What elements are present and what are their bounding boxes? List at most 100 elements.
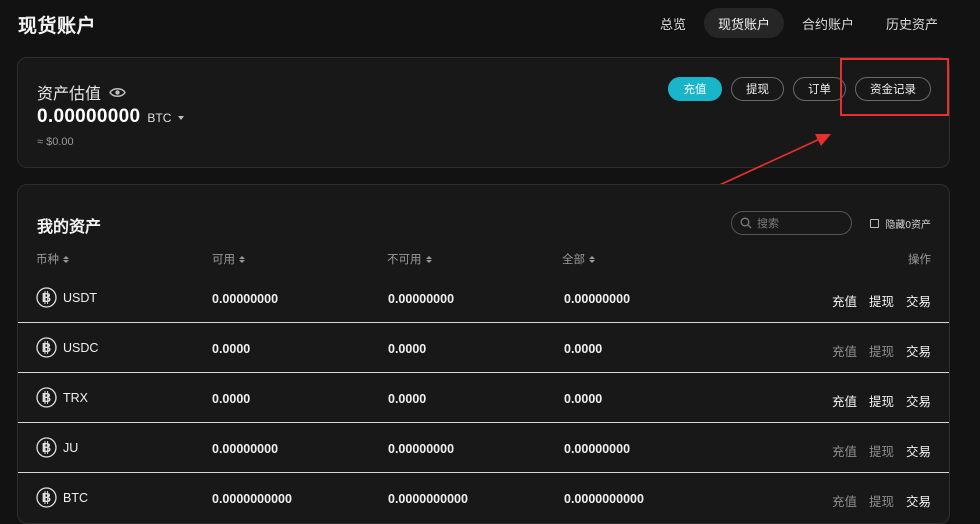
- available-cell: 0.0000000000: [212, 492, 292, 506]
- row-actions: 充值 提现 交易: [832, 491, 931, 510]
- col-header-unavailable[interactable]: 不可用: [387, 251, 432, 267]
- table-row: B USDT 0.00000000 0.00000000 0.00000000 充值 提现交…: [18, 273, 949, 323]
- currency-label: BTC: [147, 111, 172, 125]
- coin-cell: B USDT: [36, 287, 97, 308]
- sort-icon: [589, 255, 595, 263]
- col-header-available[interactable]: 可用: [212, 251, 245, 267]
- row-actions: 充值 提现 交易: [832, 341, 931, 360]
- search-input[interactable]: 搜索: [731, 211, 852, 235]
- unavailable-cell: 0.00000000: [388, 442, 455, 456]
- col-header-total[interactable]: 全部: [562, 251, 595, 267]
- row-trade-link[interactable]: 交易: [906, 441, 931, 460]
- unavailable-cell: 0.00000000: [388, 292, 455, 306]
- table-row: B TRX 0.0000 0.0000 0.0000 充值 提现 交易: [18, 373, 949, 423]
- total-cell: 0.0000000000: [564, 492, 644, 506]
- asset-fiat-value: ≈ $0.00: [37, 136, 74, 148]
- row-trade-link[interactable]: 交易: [906, 341, 931, 360]
- currency-selector[interactable]: BTC: [147, 111, 185, 125]
- svg-text:B: B: [42, 390, 51, 405]
- withdraw-button[interactable]: 提现: [731, 77, 784, 101]
- row-withdraw-link[interactable]: 提现: [869, 291, 894, 310]
- coin-name: USDC: [63, 340, 99, 355]
- bitcoin-icon: B: [36, 487, 57, 508]
- row-deposit-link[interactable]: 充值: [832, 491, 857, 510]
- col-header-actions: 操作: [908, 251, 931, 267]
- sort-icon: [425, 255, 432, 263]
- deposit-button[interactable]: 充值: [668, 77, 722, 101]
- col-header-total-label: 全部: [562, 254, 585, 266]
- col-header-unavailable-label: 不可用: [387, 254, 422, 266]
- hide-zero-checkbox[interactable]: [870, 219, 880, 228]
- assets-table-header: 币种 可用 不可用 全部 操作: [18, 251, 949, 267]
- bitcoin-icon: B: [36, 287, 57, 308]
- col-header-available-label: 可用: [212, 254, 235, 266]
- coin-name: USDT: [63, 290, 98, 305]
- page-title: 现货账户: [18, 16, 97, 37]
- col-header-coin[interactable]: 币种: [36, 251, 69, 267]
- row-deposit-link[interactable]: 充值: [832, 441, 857, 460]
- available-cell: 0.0000: [212, 342, 251, 356]
- bitcoin-icon: B: [36, 437, 57, 458]
- svg-text:B: B: [42, 440, 51, 455]
- row-withdraw-link[interactable]: 提现: [869, 341, 894, 360]
- unavailable-cell: 0.0000: [388, 342, 427, 356]
- row-deposit-link[interactable]: 充值: [832, 291, 857, 310]
- row-actions: 充值 提现 交易: [832, 291, 931, 310]
- asset-summary-card: 资产估值 0.00000000 BTC ≈ $0.00 充值 提现 订单 资金记…: [17, 57, 950, 168]
- search-placeholder: 搜索: [757, 218, 779, 230]
- bitcoin-icon: B: [36, 337, 57, 358]
- tab-history-assets[interactable]: 历史资产: [872, 8, 952, 38]
- row-withdraw-link[interactable]: 提现: [869, 391, 894, 410]
- asset-estimate-value: 0.00000000: [37, 106, 141, 127]
- row-trade-link[interactable]: 交易: [906, 291, 931, 310]
- svg-text:B: B: [42, 290, 51, 305]
- coin-name: JU: [63, 440, 79, 455]
- unavailable-cell: 0.0000: [388, 392, 427, 406]
- row-actions: 充值 提现 交易: [832, 441, 931, 460]
- tab-futures-account[interactable]: 合约账户: [788, 8, 868, 38]
- table-row: B BTC 0.0000000000 0.0000000000 0.0000000000…: [18, 473, 949, 523]
- available-cell: 0.00000000: [212, 442, 279, 456]
- col-header-actions-label: 操作: [908, 254, 931, 266]
- assets-table-body: B USDT 0.00000000 0.00000000 0.00000000 充值 提现交…: [18, 273, 949, 523]
- table-row: B USDC 0.0000 0.0000 0.0000 充值 提现 交易: [18, 323, 949, 373]
- coin-cell: B USDC: [36, 337, 98, 358]
- svg-text:B: B: [42, 340, 51, 355]
- row-actions: 充值 提现 交易: [832, 391, 931, 410]
- unavailable-cell: 0.0000000000: [388, 492, 468, 506]
- row-trade-link[interactable]: 交易: [906, 491, 931, 510]
- coin-cell: B JU: [36, 437, 78, 458]
- asset-estimate-label: 资产估值: [37, 86, 102, 103]
- asset-estimate-heading: 资产估值: [37, 80, 126, 104]
- sort-icon: [239, 255, 245, 263]
- orders-button[interactable]: 订单: [793, 77, 846, 101]
- available-cell: 0.0000: [212, 392, 251, 406]
- hide-zero-toggle[interactable]: 隐藏0资产: [870, 216, 931, 231]
- chevron-down-icon: [178, 116, 185, 120]
- row-deposit-link[interactable]: 充值: [832, 341, 857, 360]
- row-trade-link[interactable]: 交易: [906, 391, 931, 410]
- coin-name: BTC: [63, 490, 88, 505]
- annotation-highlight-box: [840, 58, 949, 116]
- row-withdraw-link[interactable]: 提现: [869, 491, 894, 510]
- hide-zero-label: 隐藏0资产: [885, 220, 931, 231]
- my-assets-title: 我的资产: [37, 219, 102, 236]
- eye-icon[interactable]: [109, 87, 126, 98]
- available-cell: 0.00000000: [212, 292, 279, 306]
- search-icon: [740, 217, 752, 229]
- tab-overview[interactable]: 总览: [646, 8, 700, 38]
- total-cell: 0.0000: [564, 342, 603, 356]
- coin-name: TRX: [63, 390, 88, 405]
- total-cell: 0.00000000: [564, 442, 631, 456]
- row-deposit-link[interactable]: 充值: [832, 391, 857, 410]
- row-withdraw-link[interactable]: 提现: [869, 441, 894, 460]
- tab-spot-account[interactable]: 现货账户: [703, 8, 784, 38]
- coin-cell: B TRX: [36, 387, 88, 408]
- sort-icon: [63, 255, 69, 263]
- total-cell: 0.00000000: [564, 292, 631, 306]
- total-cell: 0.0000: [564, 392, 603, 406]
- col-header-coin-label: 币种: [36, 254, 59, 266]
- bitcoin-icon: B: [36, 387, 57, 408]
- account-nav: 总览 现货账户 合约账户 历史资产: [646, 8, 952, 38]
- svg-text:B: B: [42, 490, 51, 505]
